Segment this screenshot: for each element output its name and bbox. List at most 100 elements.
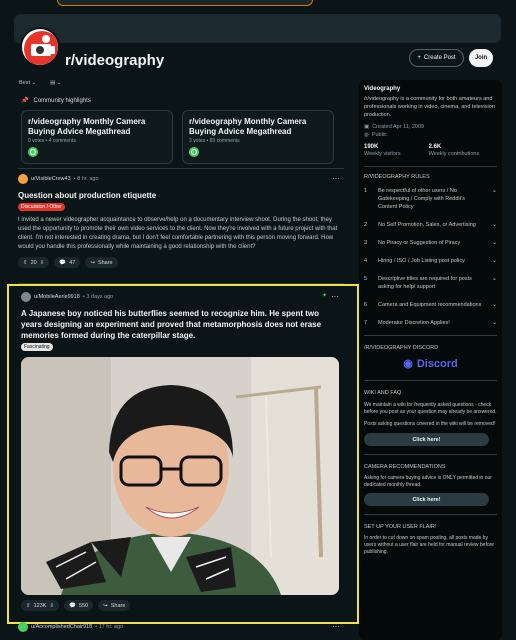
share-label: Share	[110, 602, 126, 609]
upvote-icon[interactable]: ⇧	[23, 260, 28, 266]
highlight-title: r/videography Monthly Camera Buying Advi…	[189, 117, 307, 136]
share-icon: ↪	[90, 259, 95, 266]
sidebar-community-name: Videography	[364, 86, 401, 92]
create-post-label: Create Post	[423, 55, 456, 61]
post-meta: u/VisibleCrew43 • 8 hr. ago	[18, 174, 344, 184]
layout-icon: ▤	[50, 80, 56, 86]
chevron-down-icon: ⌄	[491, 240, 497, 246]
chevron-down-icon: ⌄	[31, 80, 37, 86]
share-icon: ↪	[103, 602, 108, 609]
sort-dropdown[interactable]: Best ⌄	[19, 80, 36, 86]
cake-icon: ▣	[364, 124, 370, 130]
rule-text: Descriptive titles are required for post…	[378, 276, 472, 290]
post-actions: ⇧ 123K ⇩ 💬 550 ↪ Share	[21, 600, 131, 611]
comments-button[interactable]: 💬 47	[54, 257, 81, 268]
chevron-down-icon: ⌄	[491, 258, 497, 264]
post-image[interactable]	[21, 357, 339, 595]
more-options-icon[interactable]: ···	[331, 292, 339, 301]
rule-text: No Self Promotion, Sales, or Advertising	[378, 222, 476, 228]
chevron-down-icon: ⌄	[56, 80, 62, 86]
wiki-click-here-button[interactable]: Click here!	[364, 433, 489, 446]
post-title[interactable]: Question about production etiquette	[18, 190, 344, 201]
flair-text: In order to cut down on spam posting, al…	[364, 535, 495, 555]
rule-item[interactable]: 4 Hiring / ISO / Job Listing post policy ⌄	[364, 257, 497, 265]
discord-link[interactable]: ◉ Discord	[364, 357, 497, 371]
post-meta: u/MobileAerie9918 • 3 days ago	[21, 292, 339, 302]
flair-heading: SET UP YOUR USER FLAIR!	[364, 524, 437, 530]
rule-number: 6	[364, 302, 368, 308]
chevron-down-icon: ⌄	[491, 302, 497, 308]
weekly-contributions-label: Weekly contributions	[428, 151, 480, 157]
post-flair[interactable]: Fascinating	[21, 343, 53, 351]
plus-icon: +	[417, 55, 421, 61]
post-time: • 3 days ago	[82, 294, 114, 300]
camera-heading: CAMERA RECOMMENDATIONS	[364, 464, 446, 470]
more-options-icon[interactable]: ···	[332, 622, 340, 631]
rule-number: 4	[364, 258, 368, 264]
leaf-icon: ✦	[321, 293, 327, 299]
vote-count: 123K	[33, 602, 47, 609]
vote-control[interactable]: ⇧ 20 ⇩	[18, 257, 50, 268]
highlight-card[interactable]: r/videography Monthly Camera Buying Advi…	[182, 110, 334, 164]
chevron-down-icon: ⌄	[491, 188, 497, 194]
rule-text: No Piracy or Suggestion of Piracy	[378, 240, 461, 246]
rule-item[interactable]: 7 Moderator Discretion Applies! ⌄	[364, 319, 497, 327]
rule-number: 3	[364, 240, 368, 246]
create-post-button[interactable]: + Create Post	[409, 49, 464, 67]
rule-item[interactable]: 1 Be respectful of other users / No Gatek…	[364, 187, 497, 211]
automod-icon	[189, 147, 199, 157]
rules-list: 1 Be respectful of other users / No Gatek…	[364, 187, 497, 327]
sort-row: Best ⌄ ▤ ⌄	[19, 80, 62, 86]
post-title[interactable]: A Japanese boy noticed his butterflies s…	[21, 308, 339, 341]
subreddit-avatar	[20, 27, 60, 67]
post-actions: ⇧ 20 ⇩ 💬 47 ↪ Share	[18, 257, 344, 268]
post-card[interactable]: u/AccomplishedChair918 • 17 hr. ago ···	[18, 622, 344, 632]
highlight-meta: 3 votes • 89 comments	[189, 138, 240, 144]
user-avatar	[18, 622, 28, 632]
rule-item[interactable]: 6 Camera and Equipment recommendations ⌄	[364, 301, 497, 309]
join-button[interactable]: Join	[469, 49, 493, 67]
vote-control[interactable]: ⇧ 123K ⇩	[21, 600, 60, 611]
share-button[interactable]: ↪ Share	[98, 600, 131, 611]
rule-text: Moderator Discretion Applies!	[378, 320, 450, 326]
comment-icon: 💬	[59, 259, 67, 266]
post-flair[interactable]: Discussion / Other	[18, 203, 65, 211]
share-label: Share	[97, 259, 113, 266]
downvote-icon[interactable]: ⇩	[40, 260, 45, 266]
highlight-card[interactable]: r/videography Monthly Camera Buying Advi…	[21, 110, 173, 164]
comment-count: 47	[69, 259, 76, 266]
post-card[interactable]: u/MobileAerie9918 • 3 days ago ··· ✦ A J…	[21, 292, 339, 351]
share-button[interactable]: ↪ Share	[85, 257, 118, 268]
post-author[interactable]: u/MobileAerie9918	[34, 294, 80, 300]
comments-button[interactable]: 💬 550	[64, 600, 94, 611]
camera-click-here-button[interactable]: Click here!	[364, 493, 489, 506]
created-date: ▣ Created Apr 11, 2009	[364, 124, 425, 130]
post-body: I invited a newer videographer acquainta…	[18, 217, 338, 250]
rules-heading: R/VIDEOGRAPHY RULES	[364, 174, 430, 180]
post-author[interactable]: u/VisibleCrew43	[31, 176, 71, 182]
rule-number: 1	[364, 188, 368, 194]
wiki-warning: Posts asking questions covered in the wi…	[364, 421, 496, 427]
rule-item[interactable]: 5 Descriptive titles are required for pos…	[364, 275, 497, 291]
post-time: • 8 hr. ago	[73, 176, 99, 182]
user-avatar	[18, 174, 28, 184]
subreddit-title: r/videography	[65, 52, 165, 69]
discord-icon: ◉	[403, 358, 413, 370]
highlight-title: r/videography Monthly Camera Buying Advi…	[28, 117, 146, 136]
camera-text: Asking for camera buying advice is ONLY …	[364, 475, 492, 488]
rule-item[interactable]: 2 No Self Promotion, Sales, or Advertisin…	[364, 221, 497, 229]
globe-icon: ◍	[364, 132, 369, 138]
chevron-down-icon: ⌄	[491, 276, 497, 282]
community-highlights-heading: 📌 Community highlights	[21, 97, 91, 105]
post-author[interactable]: u/AccomplishedChair918	[31, 624, 92, 630]
rule-item[interactable]: 3 No Piracy or Suggestion of Piracy ⌄	[364, 239, 497, 247]
comment-count: 550	[78, 602, 89, 609]
view-toggle[interactable]: ▤ ⌄	[50, 80, 61, 86]
downvote-icon[interactable]: ⇩	[49, 603, 54, 609]
search-input[interactable]	[57, 0, 313, 6]
divider	[18, 168, 344, 169]
post-card[interactable]: u/VisibleCrew43 • 8 hr. ago ··· Question…	[18, 174, 344, 268]
more-options-icon[interactable]: ···	[332, 174, 340, 183]
weekly-visitors-label: Weekly visitors	[364, 151, 401, 157]
upvote-icon[interactable]: ⇧	[26, 603, 31, 609]
